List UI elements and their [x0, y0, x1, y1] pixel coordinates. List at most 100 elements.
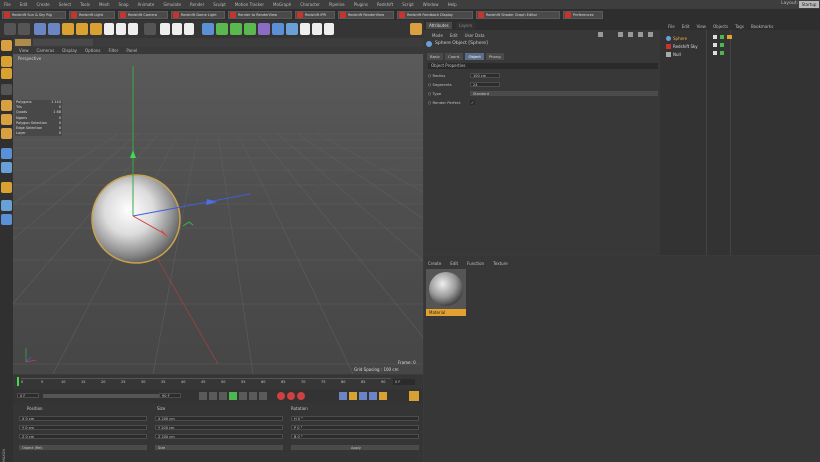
menu-create[interactable]: Create	[36, 2, 49, 7]
subdivision-icon[interactable]	[216, 23, 228, 35]
home-icon[interactable]	[410, 23, 422, 35]
menu-select[interactable]: Select	[59, 2, 71, 7]
timeline[interactable]: 0 5 10 15 20 25 30 35 40 45 50 55 60 65 …	[13, 375, 423, 389]
enable-axis-icon[interactable]	[1, 148, 12, 159]
planar-workplane-icon[interactable]	[1, 214, 12, 225]
model-mode-icon[interactable]	[1, 84, 12, 95]
key-parameter-icon[interactable]	[369, 392, 377, 400]
tab-object[interactable]: Object	[465, 52, 484, 60]
coordinate-mode-dropdown[interactable]: Object (Rel)	[19, 445, 147, 450]
rotation-h-field[interactable]: H 0 °	[291, 416, 419, 421]
plugin-camera[interactable]: Redshift Camera	[118, 10, 168, 19]
rotation-p-field[interactable]: P 0 °	[291, 425, 419, 430]
search-icon[interactable]	[628, 32, 633, 37]
menu-help[interactable]: Help	[448, 2, 457, 7]
viewport-menu-options[interactable]: Options	[85, 48, 100, 53]
prev-key-icon[interactable]	[209, 392, 217, 400]
array-icon[interactable]	[230, 23, 242, 35]
floor-icon[interactable]	[272, 23, 284, 35]
menu-character[interactable]: Character	[300, 2, 320, 7]
key-pla-icon[interactable]	[379, 392, 387, 400]
render-to-picture-viewer-icon[interactable]	[172, 23, 182, 35]
viewport-menu-panel[interactable]: Panel	[126, 48, 137, 53]
menu-tools[interactable]: Tools	[80, 2, 90, 7]
plugin-light[interactable]: Redshift Light	[69, 10, 115, 19]
sphere-object[interactable]	[91, 174, 181, 264]
radius-field[interactable]: 100 cm	[470, 73, 500, 78]
tab-basic[interactable]: Basic	[427, 52, 444, 60]
plugin-preferences[interactable]: Preferences	[563, 10, 603, 19]
plugin-ipr[interactable]: Redshift IPR	[295, 10, 335, 19]
attributes-menu-edit[interactable]: Edit	[450, 33, 458, 38]
next-frame-icon[interactable]	[239, 392, 247, 400]
rotation-b-field[interactable]: B 0 °	[291, 434, 419, 439]
material-name[interactable]: Material	[426, 309, 466, 316]
back-arrow-icon[interactable]	[598, 32, 603, 37]
deformer-icon[interactable]	[258, 23, 270, 35]
autokey-icon[interactable]	[287, 392, 295, 400]
rotate-icon[interactable]	[76, 23, 88, 35]
z-axis-icon[interactable]	[128, 23, 138, 35]
sky-icon[interactable]	[312, 23, 322, 35]
object-row-null[interactable]: Null	[666, 50, 818, 58]
position-z-field[interactable]: Z 0 cm	[19, 434, 147, 439]
tab-phong[interactable]: Phong	[485, 52, 504, 60]
recent-tools-icon[interactable]	[90, 23, 102, 35]
new-panel-icon[interactable]	[648, 32, 653, 37]
viewport-menu-view[interactable]: View	[19, 48, 29, 53]
prev-frame-icon[interactable]	[219, 392, 227, 400]
record-icon[interactable]	[277, 392, 285, 400]
size-x-field[interactable]: X 200 cm	[155, 416, 283, 421]
menu-mesh[interactable]: Mesh	[99, 2, 110, 7]
attributes-menu-user-data[interactable]: User Data	[465, 33, 485, 38]
material-menu-texture[interactable]: Texture	[493, 261, 508, 266]
viewport-menu-filter[interactable]: Filter	[108, 48, 118, 53]
key-rotation-icon[interactable]	[359, 392, 367, 400]
attributes-menu-mode[interactable]: Mode	[432, 33, 443, 38]
layout-dropdown[interactable]: Startup	[799, 1, 819, 8]
viewport-toolbar-field[interactable]	[33, 39, 93, 46]
plugin-renderview[interactable]: Redshift RenderView	[338, 10, 394, 19]
plugin-dome-light[interactable]: Redshift Dome Light	[171, 10, 225, 19]
next-key-icon[interactable]	[249, 392, 257, 400]
enabled-check-icon[interactable]	[720, 51, 724, 55]
object-row-sphere[interactable]: Sphere	[666, 34, 818, 42]
lock-workplane-icon[interactable]	[1, 200, 12, 211]
start-frame-field[interactable]: 0 F	[17, 393, 39, 398]
apply-button[interactable]: Apply	[291, 445, 419, 450]
make-editable-icon[interactable]	[1, 40, 12, 51]
timeline-window-icon[interactable]	[409, 391, 419, 401]
live-selection-icon[interactable]	[34, 23, 46, 35]
menu-edit[interactable]: Edit	[20, 2, 28, 7]
perspective-viewport[interactable]	[13, 54, 423, 374]
viewport-menu-cameras[interactable]: Cameras	[37, 48, 55, 53]
move-icon[interactable]	[48, 23, 60, 35]
menu-sculpt[interactable]: Sculpt	[213, 2, 226, 7]
cube-icon[interactable]	[202, 23, 214, 35]
points-mode-icon[interactable]	[1, 100, 12, 111]
tab-coord[interactable]: Coord.	[445, 52, 464, 60]
coordinate-system-icon[interactable]	[144, 23, 156, 35]
range-slider[interactable]	[43, 394, 163, 398]
material-menu-create[interactable]: Create	[428, 261, 441, 266]
size-mode-dropdown[interactable]: Size	[155, 445, 283, 450]
x-axis-icon[interactable]	[104, 23, 114, 35]
environment-icon[interactable]	[324, 23, 334, 35]
menu-plugins[interactable]: Plugins	[354, 2, 368, 7]
plugin-render-to-renderview[interactable]: Render to RenderView	[228, 10, 292, 19]
menu-animate[interactable]: Animate	[138, 2, 155, 7]
om-menu-tags[interactable]: Tags	[735, 24, 744, 29]
material-menu-edit[interactable]: Edit	[450, 261, 458, 266]
play-icon[interactable]	[229, 392, 237, 400]
polygons-mode-icon[interactable]	[1, 128, 12, 139]
render-settings-icon[interactable]	[184, 23, 194, 35]
menu-simulate[interactable]: Simulate	[163, 2, 181, 7]
current-frame-field[interactable]: 0 F	[393, 379, 415, 385]
visibility-dots[interactable]	[713, 35, 717, 39]
object-row-redshift-sky[interactable]: Redshift Sky	[666, 42, 818, 50]
visibility-dots[interactable]	[713, 51, 717, 55]
menu-mograph[interactable]: MoGraph	[273, 2, 291, 7]
y-axis-icon[interactable]	[116, 23, 126, 35]
light-icon[interactable]	[300, 23, 310, 35]
tab-attributes[interactable]: Attributes	[426, 22, 452, 29]
